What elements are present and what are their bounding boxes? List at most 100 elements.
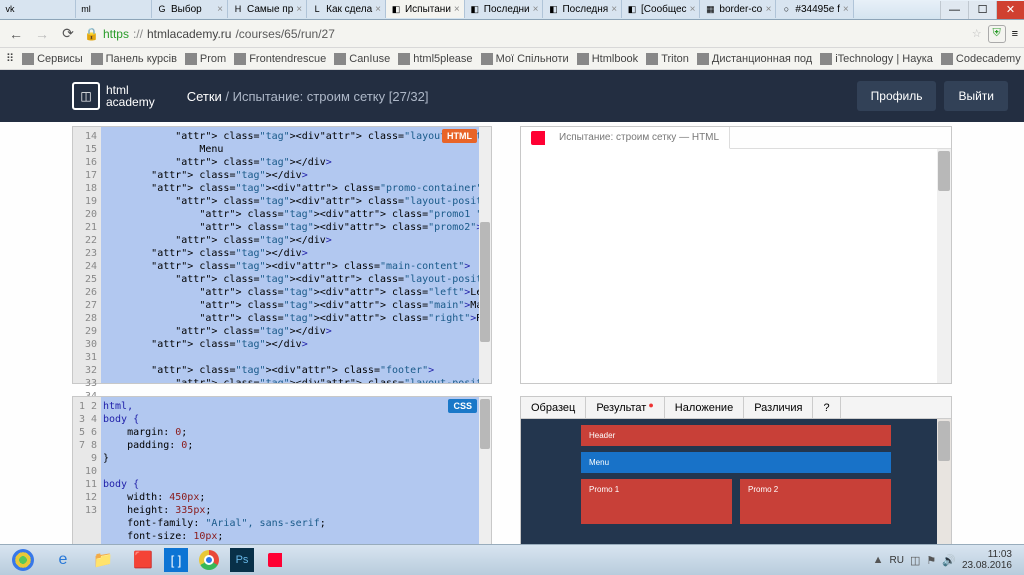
- logout-button[interactable]: Выйти: [944, 81, 1008, 111]
- back-button[interactable]: ←: [6, 24, 26, 44]
- close-tab-icon[interactable]: ×: [766, 4, 772, 15]
- bookmark-favicon: [697, 53, 709, 65]
- html-editor[interactable]: 14 15 16 17 18 19 20 21 22 23 24 25 26 2…: [72, 126, 492, 384]
- browser-tab[interactable]: ml: [76, 0, 152, 18]
- favicon: ◧: [469, 3, 481, 15]
- start-button[interactable]: [4, 547, 42, 574]
- scrollbar[interactable]: [479, 127, 491, 383]
- code-area[interactable]: "attr"> class="tag"><div"attr"> class="l…: [101, 127, 479, 383]
- apps-icon[interactable]: ⠿: [6, 52, 14, 65]
- profile-button[interactable]: Профиль: [857, 81, 937, 111]
- result-tab[interactable]: Образец: [521, 397, 586, 418]
- result-tab[interactable]: ?: [813, 397, 840, 418]
- bookmark-item[interactable]: Панель курсів: [91, 53, 177, 65]
- browser-tab[interactable]: ◧Последня×: [543, 0, 622, 18]
- taskbar-app-icon[interactable]: 🟥: [124, 547, 162, 574]
- favicon: G: [156, 3, 168, 15]
- tray-clock[interactable]: 11:03 23.08.2016: [962, 549, 1012, 571]
- tray-up-icon[interactable]: ▲: [873, 554, 884, 566]
- bookmark-favicon: [91, 53, 103, 65]
- bookmark-item[interactable]: Frontendrescue: [234, 53, 326, 65]
- bookmark-item[interactable]: Мої Спільноти: [481, 53, 569, 65]
- result-tab[interactable]: Наложение: [665, 397, 744, 418]
- yandex-icon: [531, 131, 545, 145]
- close-tab-icon[interactable]: ×: [843, 4, 849, 15]
- tray-network-icon[interactable]: ◫: [910, 554, 920, 567]
- bookmark-favicon: [941, 53, 953, 65]
- taskbar-yandex-icon[interactable]: [256, 547, 294, 574]
- bookmark-item[interactable]: iTechnology | Наука: [820, 53, 933, 65]
- close-tab-icon[interactable]: ×: [454, 4, 460, 15]
- forward-button[interactable]: →: [32, 24, 52, 44]
- browser-tab[interactable]: HСамые пр×: [228, 0, 307, 18]
- preview-tabs: Испытание: строим сетку — HTML: [521, 127, 951, 149]
- close-tab-icon[interactable]: ×: [611, 4, 617, 15]
- taskbar-ie-icon[interactable]: e: [44, 547, 82, 574]
- layout-promo2: Promo 2: [740, 479, 891, 524]
- browser-tab[interactable]: ◧[Сообщес×: [622, 0, 700, 18]
- browser-titlebar: vkml GВыбор×HСамые пр×LКак сдела×◧Испытан…: [0, 0, 1024, 20]
- close-tab-icon[interactable]: ×: [375, 4, 381, 15]
- browser-tab[interactable]: ◧Последни×: [465, 0, 544, 18]
- result-pane: ОбразецРезультат●НаложениеРазличия? Head…: [520, 396, 952, 546]
- browser-tab[interactable]: ○#34495e f×: [776, 0, 853, 18]
- bookmark-favicon: [646, 53, 658, 65]
- favicon: ▦: [704, 3, 716, 15]
- taskbar-photoshop-icon[interactable]: Ps: [230, 548, 254, 572]
- close-tab-icon[interactable]: ×: [296, 4, 302, 15]
- address-bar: ← → ⟳ 🔒 https://htmlacademy.ru/courses/6…: [0, 20, 1024, 48]
- scrollbar[interactable]: [937, 149, 951, 383]
- bookmark-item[interactable]: Triton: [646, 53, 689, 65]
- layout-header: Header: [581, 425, 891, 446]
- bookmarks-bar: ⠿ Сервисы Панель курсів Prom Frontendrescue…: [0, 48, 1024, 70]
- favicon: ○: [780, 3, 792, 15]
- minimize-button[interactable]: —: [940, 1, 968, 19]
- maximize-button[interactable]: ☐: [968, 1, 996, 19]
- star-icon[interactable]: ☆: [972, 27, 982, 40]
- browser-tab[interactable]: vk: [0, 0, 76, 18]
- preview-body[interactable]: [521, 149, 951, 383]
- reload-button[interactable]: ⟳: [58, 24, 78, 44]
- taskbar-explorer-icon[interactable]: 📁: [84, 547, 122, 574]
- result-tab[interactable]: Результат●: [586, 397, 664, 418]
- taskbar-chrome-icon[interactable]: [190, 547, 228, 574]
- adblock-icon[interactable]: ⛨: [988, 25, 1006, 43]
- bookmark-item[interactable]: Сервисы: [22, 53, 83, 65]
- bookmark-favicon: [577, 53, 589, 65]
- favicon: ◧: [390, 3, 402, 15]
- bookmark-item[interactable]: Codecademy: [941, 53, 1021, 65]
- bookmark-item[interactable]: html5please: [398, 53, 472, 65]
- logo[interactable]: ◫ htmlacademy: [72, 82, 155, 110]
- favicon: ml: [80, 3, 92, 15]
- taskbar-brackets-icon[interactable]: [ ]: [164, 548, 188, 572]
- content-area: 14 15 16 17 18 19 20 21 22 23 24 25 26 2…: [0, 122, 1024, 546]
- tray-volume-icon[interactable]: 🔊: [942, 554, 956, 567]
- bookmark-item[interactable]: Prom: [185, 53, 226, 65]
- bookmark-item[interactable]: Htmlbook: [577, 53, 638, 65]
- bookmark-item[interactable]: CanIuse: [334, 53, 390, 65]
- result-body[interactable]: Header Menu Promo 1 Promo 2: [521, 419, 951, 545]
- logo-icon: ◫: [72, 82, 100, 110]
- tray-flag-icon[interactable]: ⚑: [926, 554, 936, 567]
- browser-tab[interactable]: LКак сдела×: [307, 0, 386, 18]
- browser-tab[interactable]: GВыбор×: [152, 0, 228, 18]
- window-controls: — ☐ ✕: [940, 1, 1024, 19]
- browser-tab[interactable]: ▦border-co×: [700, 0, 776, 18]
- result-tab[interactable]: Различия: [744, 397, 813, 418]
- close-tab-icon[interactable]: ×: [217, 4, 223, 15]
- browser-tab[interactable]: ◧Испытани×: [386, 0, 465, 18]
- result-tabs: ОбразецРезультат●НаложениеРазличия?: [521, 397, 951, 419]
- line-gutter: 14 15 16 17 18 19 20 21 22 23 24 25 26 2…: [73, 127, 101, 383]
- preview-tab[interactable]: Испытание: строим сетку — HTML: [521, 127, 730, 149]
- close-tab-icon[interactable]: ×: [533, 4, 539, 15]
- scrollbar[interactable]: [937, 419, 951, 545]
- bookmark-favicon: [398, 53, 410, 65]
- close-button[interactable]: ✕: [996, 1, 1024, 19]
- app-header: ◫ htmlacademy Сетки / Испытание: строим …: [0, 70, 1024, 122]
- close-tab-icon[interactable]: ×: [690, 4, 696, 15]
- bookmark-item[interactable]: Дистанционная под: [697, 53, 812, 65]
- tray-lang[interactable]: RU: [890, 555, 904, 566]
- url-field[interactable]: 🔒 https://htmlacademy.ru/courses/65/run/…: [84, 27, 966, 41]
- menu-icon[interactable]: ≡: [1012, 28, 1018, 40]
- bookmark-favicon: [334, 53, 346, 65]
